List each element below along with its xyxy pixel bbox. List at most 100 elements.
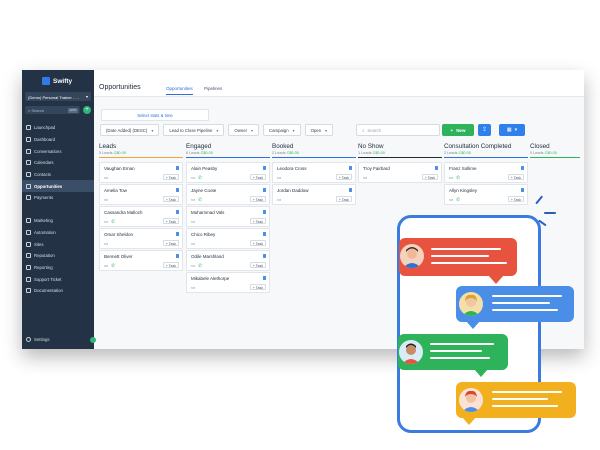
owner-dropdown-value: Owner <box>234 127 248 133</box>
collapse-sidebar-button[interactable] <box>90 337 96 343</box>
phone-icon[interactable]: ✆ <box>198 263 202 269</box>
opportunity-card[interactable]: Cassandra Malloch ▭ ✆ + Task <box>99 206 183 227</box>
tab-opportunities[interactable]: Opportunities <box>166 86 193 95</box>
sidebar-search[interactable]: ⌕ Search ctrl K <box>25 106 80 114</box>
add-task-button[interactable]: + Task <box>162 262 179 268</box>
brand-name: Swifty <box>53 77 73 85</box>
chat-icon[interactable]: ▭ <box>104 175 108 181</box>
sidebar-item-payments[interactable]: Payments <box>22 192 94 204</box>
card-actions: ▭ ✆ <box>191 197 202 203</box>
sidebar-item-marketing[interactable]: Marketing <box>22 215 94 227</box>
phone-icon[interactable]: ✆ <box>198 175 202 181</box>
phone-icon[interactable]: ✆ <box>198 197 202 203</box>
chat-icon[interactable]: ▭ <box>191 241 195 247</box>
opportunity-card[interactable]: Omar Sheldon ▭ + Task <box>99 228 183 249</box>
sidebar-item-reputation[interactable]: Reputation <box>22 250 94 262</box>
opportunity-card[interactable]: Chico Ribey ▭ + Task <box>186 228 270 249</box>
gear-icon <box>26 337 31 342</box>
sort-dropdown[interactable]: (Date Added) (DESC) ▾ <box>100 124 160 136</box>
add-task-button[interactable]: + Task <box>507 174 524 180</box>
phone-icon[interactable]: ✆ <box>456 175 460 181</box>
chat-icon[interactable]: ▭ <box>277 175 281 181</box>
sidebar-item-dashboard[interactable]: Dashboard <box>22 134 94 146</box>
chat-icon[interactable]: ▭ <box>449 175 453 181</box>
chat-icon[interactable]: ▭ <box>449 197 453 203</box>
opportunity-card[interactable]: Alain Peasby ▭ ✆ + Task <box>186 162 270 183</box>
chat-icon[interactable]: ▭ <box>191 263 195 269</box>
opportunity-card[interactable]: Vaughan Eman ▭ + Task <box>99 162 183 183</box>
export-button[interactable]: ⇪ <box>478 124 491 136</box>
column-color-bar <box>358 157 442 158</box>
add-task-button[interactable]: + Task <box>421 174 438 180</box>
sidebar-item-contacts[interactable]: Contacts <box>22 169 94 181</box>
sidebar-item-automation[interactable]: Automation <box>22 227 94 239</box>
select-stats-link[interactable]: Select stats & time <box>101 109 209 121</box>
chat-icon[interactable]: ▭ <box>104 219 108 225</box>
sidebar-item-documentation[interactable]: Documentation <box>22 285 94 297</box>
column-count: 6 Leads <box>186 151 200 155</box>
tab-pipelines[interactable]: Pipelines <box>204 86 222 91</box>
sidebar-item-conversations[interactable]: Conversations <box>22 145 94 157</box>
opportunity-card[interactable]: Jordan Daddow ▭ + Task <box>272 184 356 205</box>
chat-icon[interactable]: ▭ <box>104 263 108 269</box>
add-task-button[interactable]: + Task <box>249 284 266 290</box>
phone-icon[interactable]: ✆ <box>111 219 115 225</box>
opportunity-card[interactable]: Allyn Kingsley ▭ ✆ + Task <box>444 184 528 205</box>
column-count: 2 Leads <box>444 151 458 155</box>
sidebar-item-support-ticket[interactable]: Support Ticket <box>22 273 94 285</box>
sidebar-item-reporting[interactable]: Reporting <box>22 262 94 274</box>
column-color-bar <box>99 157 183 158</box>
chat-icon[interactable]: ▭ <box>191 285 195 291</box>
chat-icon[interactable]: ▭ <box>104 241 108 247</box>
add-task-button[interactable]: + Task <box>162 240 179 246</box>
account-switcher[interactable]: (Demo) Personal Trainer - ... ▾ <box>25 92 91 101</box>
opportunity-card[interactable]: Odile Marshland ▭ ✆ + Task <box>186 250 270 271</box>
chat-icon[interactable]: ▭ <box>363 175 367 181</box>
brand-logo[interactable]: Swifty <box>42 77 72 85</box>
chat-icon[interactable]: ▭ <box>191 219 195 225</box>
phone-icon[interactable]: ✆ <box>111 263 115 269</box>
pipeline-dropdown[interactable]: Lead to Close Pipeline ▾ <box>163 124 225 136</box>
sidebar-item-launchpad[interactable]: Launchpad <box>22 122 94 134</box>
star-icon <box>26 253 31 259</box>
add-task-button[interactable]: + Task <box>162 174 179 180</box>
new-opportunity-button[interactable]: + New <box>442 124 474 136</box>
add-task-button[interactable]: + Task <box>162 196 179 202</box>
opportunity-card[interactable]: Amelia Tow ▭ + Task <box>99 184 183 205</box>
opportunity-card[interactable]: Jayne Coote ▭ ✆ + Task <box>186 184 270 205</box>
add-task-button[interactable]: + Task <box>249 196 266 202</box>
owner-dropdown[interactable]: Owner ▾ <box>228 124 260 136</box>
chat-icon[interactable]: ▭ <box>104 197 108 203</box>
add-task-button[interactable]: + Task <box>162 218 179 224</box>
opportunity-card[interactable]: Mikabele Alethorpe ▭ + Task <box>186 272 270 293</box>
add-task-button[interactable]: + Task <box>335 174 352 180</box>
status-dropdown[interactable]: Open ▾ <box>304 124 334 136</box>
add-task-button[interactable]: + Task <box>249 174 266 180</box>
sidebar-item-sites[interactable]: Sites <box>22 238 94 250</box>
campaign-dropdown[interactable]: Campaign ▾ <box>263 124 301 136</box>
opportunity-card[interactable]: Franz Sollime ▭ ✆ + Task <box>444 162 528 183</box>
add-task-button[interactable]: + Task <box>249 218 266 224</box>
ticket-icon <box>26 276 31 282</box>
opportunity-card[interactable]: Troy Fairbard ▭ + Task <box>358 162 442 183</box>
sidebar-item-opportunities[interactable]: Opportunities <box>22 180 94 193</box>
chat-icon[interactable]: ▭ <box>277 197 281 203</box>
add-task-button[interactable]: + Task <box>249 262 266 268</box>
opportunity-card[interactable]: Bennett Oliver ▭ ✆ + Task <box>99 250 183 271</box>
add-task-button[interactable]: + Task <box>507 196 524 202</box>
view-toggle-button[interactable]: ▦ ▾ <box>499 124 525 136</box>
opportunity-card[interactable]: Leodora Cross ▭ + Task <box>272 162 356 183</box>
add-task-button[interactable]: + Task <box>249 240 266 246</box>
phone-icon[interactable]: ✆ <box>456 197 460 203</box>
add-task-button[interactable]: + Task <box>335 196 352 202</box>
card-contact-name: Chico Ribey <box>191 232 216 237</box>
quick-add-button[interactable]: + <box>83 106 91 114</box>
sidebar-item-calendars[interactable]: Calendars <box>22 157 94 169</box>
sidebar-item-settings[interactable]: Settings <box>26 337 50 342</box>
column-meta: 6 Leads C$0.00 <box>186 151 270 155</box>
chat-icon[interactable]: ▭ <box>191 197 195 203</box>
chat-icon[interactable]: ▭ <box>191 175 195 181</box>
search-input[interactable]: ⌕ Search <box>356 124 440 136</box>
card-contact-name: Mikabele Alethorpe <box>191 276 230 281</box>
opportunity-card[interactable]: Muhammad Vals ▭ + Task <box>186 206 270 227</box>
